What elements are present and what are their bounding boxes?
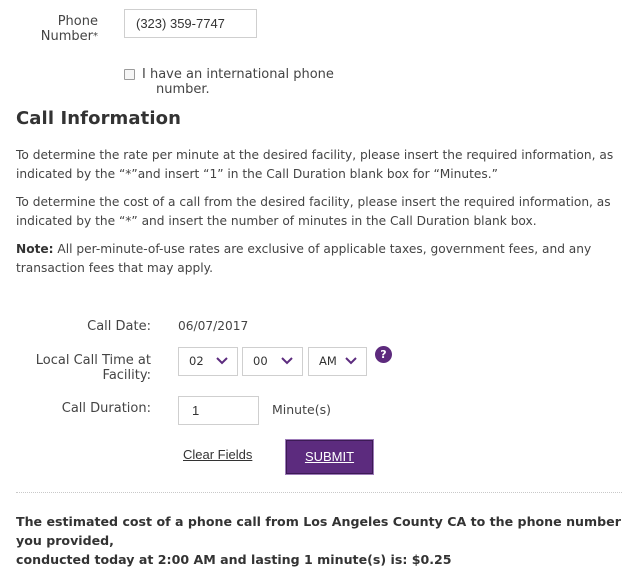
required-marker: * bbox=[93, 31, 98, 42]
divider bbox=[16, 492, 622, 493]
rate-instructions-paragraph: To determine the rate per minute at the … bbox=[16, 148, 614, 181]
call-duration-label: Call Duration: bbox=[61, 401, 151, 416]
question-circle-icon[interactable]: ? bbox=[375, 346, 392, 363]
clear-fields-link[interactable]: Clear Fields bbox=[183, 447, 252, 462]
submit-button[interactable]: SUBMIT bbox=[285, 439, 374, 475]
phone-number-input[interactable]: (323) 359-7747 bbox=[124, 9, 257, 38]
call-date-value: 06/07/2017 bbox=[178, 319, 249, 333]
chevron-down-icon bbox=[345, 357, 357, 365]
international-phone-checkbox[interactable] bbox=[124, 69, 135, 80]
cost-instructions-paragraph: To determine the cost of a call from the… bbox=[16, 195, 611, 228]
international-phone-checkbox-label: I have an international phone number. bbox=[142, 67, 334, 97]
duration-unit-label: Minute(s) bbox=[272, 402, 331, 417]
phone-number-label: Phone Number* bbox=[40, 14, 98, 44]
note-label: Note: bbox=[16, 242, 54, 256]
hour-select[interactable]: 02 bbox=[178, 347, 238, 376]
chevron-down-icon bbox=[216, 357, 228, 365]
estimated-cost-result: The estimated cost of a phone call from … bbox=[16, 514, 621, 567]
call-information-heading: Call Information bbox=[16, 108, 182, 129]
call-duration-input[interactable]: 1 bbox=[178, 396, 259, 425]
note-paragraph: Note: All per-minute-of-use rates are ex… bbox=[16, 242, 592, 275]
call-date-label: Call Date: bbox=[87, 319, 151, 334]
ampm-select[interactable]: AM bbox=[308, 347, 367, 376]
local-call-time-label: Local Call Time at Facility: bbox=[35, 353, 151, 383]
minute-select[interactable]: 00 bbox=[242, 347, 303, 376]
chevron-down-icon bbox=[281, 357, 293, 365]
